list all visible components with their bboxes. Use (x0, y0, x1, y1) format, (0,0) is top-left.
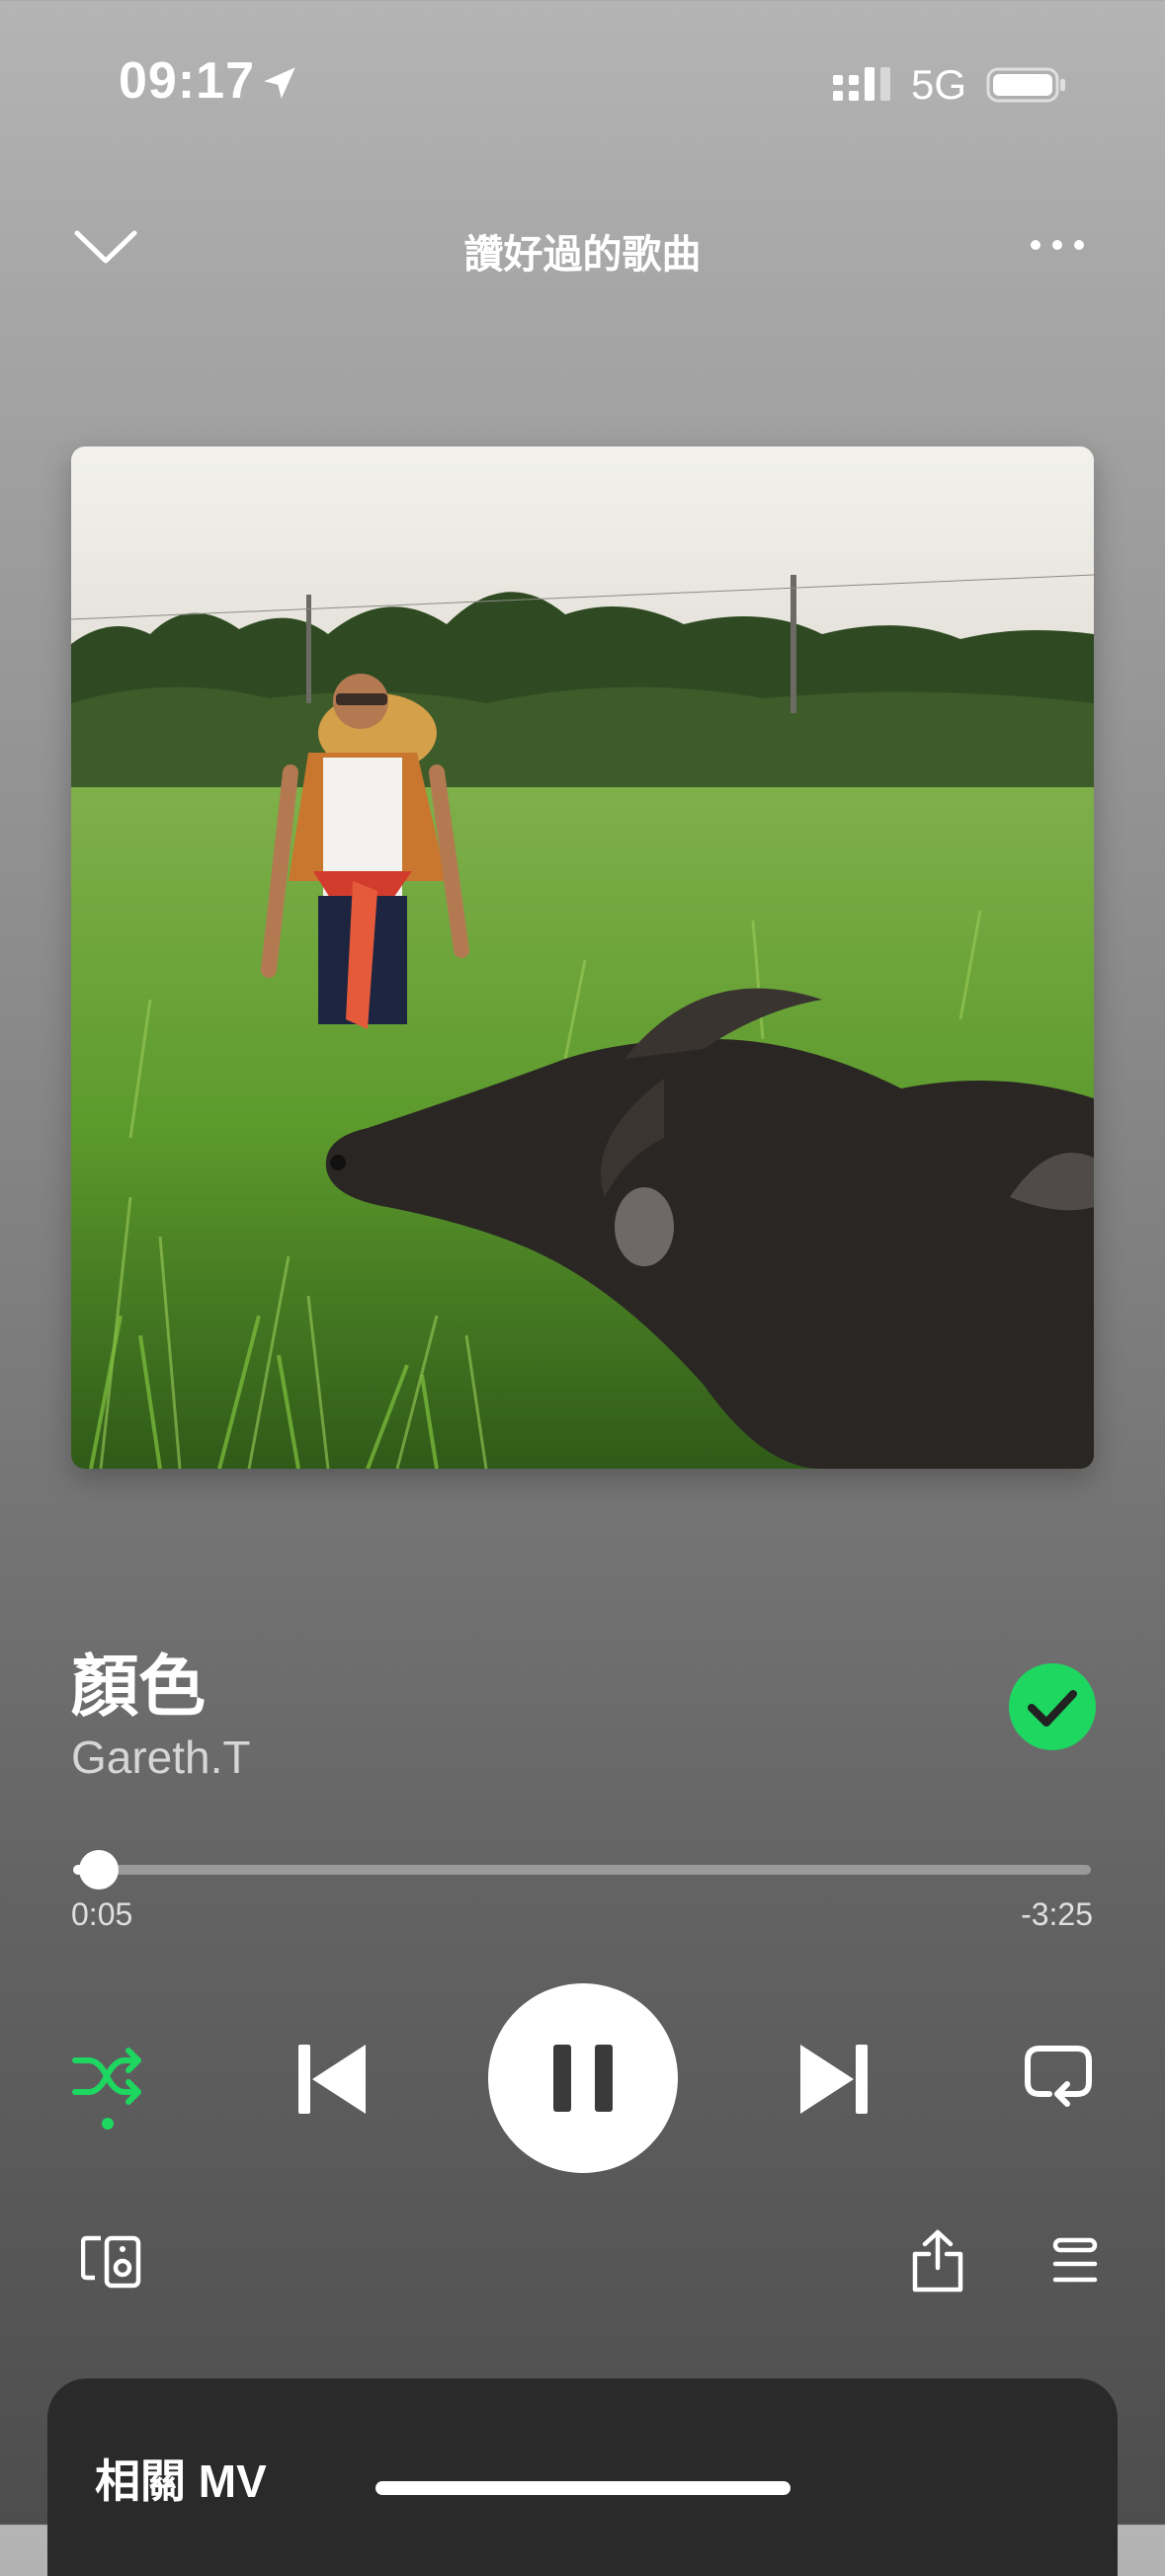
share-icon[interactable] (911, 2228, 964, 2294)
playlist-title: 讚好過的歌曲 (463, 233, 702, 277)
related-mv-title: 相關 MV (95, 2455, 267, 2507)
home-indicator[interactable] (375, 2481, 791, 2495)
progress-thumb[interactable] (79, 1850, 119, 1890)
related-mv-card[interactable]: 相關 MV (47, 2378, 1118, 2576)
progress-bar[interactable] (73, 1850, 1091, 1890)
signal-icon (833, 67, 890, 101)
more-icon[interactable] (1028, 233, 1087, 257)
album-artwork (71, 446, 1094, 1469)
track-artist[interactable]: Gareth.T (71, 1731, 251, 1784)
repeat-icon[interactable] (1024, 2045, 1093, 2110)
track-title: 顏色 (71, 1650, 207, 1725)
devices-icon[interactable] (81, 2234, 142, 2290)
location-arrow-icon (264, 67, 295, 99)
previous-icon[interactable] (296, 2043, 368, 2116)
remaining-time: -3:25 (1021, 1896, 1093, 1932)
pause-button[interactable] (488, 1983, 678, 2173)
queue-icon[interactable] (1051, 2236, 1099, 2286)
elapsed-time: 0:05 (71, 1896, 133, 1932)
saved-check-icon[interactable] (1008, 1662, 1097, 1751)
network-type: 5G (911, 61, 967, 108)
battery-icon (986, 67, 1065, 103)
pause-icon (553, 2045, 613, 2112)
album-artwork-image (71, 446, 1094, 1469)
shuffle-icon[interactable] (71, 2047, 144, 2132)
next-icon[interactable] (798, 2043, 870, 2116)
status-time: 09:17 (119, 52, 255, 110)
